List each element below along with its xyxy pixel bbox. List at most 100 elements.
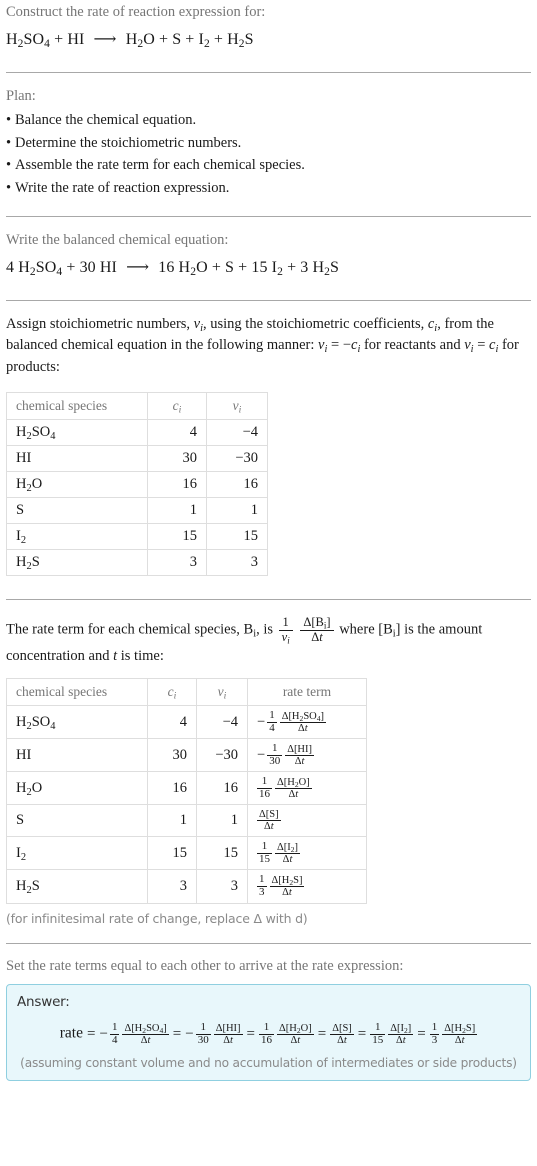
plan-step-label: Balance the chemical equation.: [15, 112, 197, 129]
delta-b-over-delta-t-fraction: Δ[Bi] Δt: [300, 615, 334, 645]
balanced-equation: 4 H2SO4 + 30 HI ⟶ 16 H2O + S + 15 I2 + 3…: [6, 256, 531, 280]
plan-step-label: Determine the stoichiometric numbers.: [15, 134, 242, 151]
col-chemical-species: chemical species: [6, 391, 148, 420]
cell-nui: −30: [196, 738, 248, 773]
cell-species: H2SO4: [6, 705, 148, 740]
cell-ci: 3: [147, 548, 207, 576]
cell-species: H2O: [6, 470, 148, 498]
coefficient-fraction: 1 30: [195, 1021, 211, 1046]
table-row: HI 30 −30 −1 30 Δ[HI] Δt: [6, 738, 367, 773]
cell-ci: 30: [147, 738, 197, 773]
col-chemical-species: chemical species: [6, 678, 148, 707]
coefficient-fraction: 1 30: [267, 742, 283, 767]
table-header-row: chemical species ci νi rate term: [6, 678, 367, 707]
coefficient-fraction: 14: [267, 709, 277, 734]
cell-nui: 1: [206, 496, 268, 524]
answer-assumption-note: (assuming constant volume and no accumul…: [20, 1056, 517, 1071]
coefficient-fraction: 1 16: [259, 1021, 275, 1046]
delta-fraction: Δ[S] Δt: [257, 809, 281, 833]
coef-i2: 15: [251, 258, 268, 276]
sign-minus: −: [257, 713, 266, 730]
coefficient-fraction: 13: [429, 1021, 440, 1046]
solution-page: Construct the rate of reaction expressio…: [0, 0, 537, 1082]
cell-rate-term: 1 16 Δ[H2O] Δt: [247, 771, 367, 806]
coef-h2s: 3: [300, 258, 309, 276]
plan-step-label: Assemble the rate term for each chemical…: [15, 157, 305, 174]
cell-rate-term: Δ[S] Δt: [247, 804, 367, 838]
delta-fraction: Δ[S] Δt: [330, 1022, 354, 1046]
delta-fraction: Δ[I2] Δt: [388, 1022, 414, 1046]
table-row: HI 30 −30: [6, 444, 268, 472]
cell-species: H2S: [6, 548, 148, 576]
cell-nui: 15: [196, 836, 248, 871]
answer-box: Answer: rate = −1 4 Δ[H2SO4] Δt = −1 30 Δ[HI] Δt = 1…: [6, 984, 531, 1082]
table-row: H2SO4 4 −4: [6, 418, 268, 446]
cell-ci: 1: [147, 496, 207, 524]
cell-ci: 3: [147, 869, 197, 904]
delta-fraction: Δ[HI] Δt: [213, 1022, 243, 1046]
reaction-arrow-icon: ⟶: [93, 30, 117, 48]
table-row: I2 15 15 1 15 Δ[I2] Δt: [6, 836, 367, 871]
prompt-title: Construct the rate of reaction expressio…: [6, 4, 266, 20]
col-rate-term: rate term: [247, 678, 367, 707]
rate-expression: rate = −1 4 Δ[H2SO4] Δt = −1 30 Δ[HI] Δt = 1 16 Δ[H2O]…: [59, 1021, 478, 1046]
plan-steps: • Balance the chemical equation. • Determi…: [6, 109, 531, 199]
bullet-icon: •: [6, 157, 12, 174]
cell-ci: 15: [147, 836, 197, 871]
table-row: H2O 16 16: [6, 470, 268, 498]
cell-nui: −4: [196, 705, 248, 740]
cell-nui: 3: [206, 548, 268, 576]
plan-step: • Assemble the rate term for each chemica…: [6, 154, 531, 176]
cell-ci: 30: [147, 444, 207, 472]
col-nui: νi: [206, 391, 268, 420]
coef-h2o: 16: [158, 258, 175, 276]
col-nui: νi: [196, 678, 248, 707]
cell-species: HI: [6, 738, 148, 773]
plan-heading: Plan:: [6, 87, 36, 104]
cell-species: S: [6, 496, 148, 524]
cell-ci: 1: [147, 804, 197, 838]
delta-fraction: Δ[H2O] Δt: [275, 776, 312, 800]
cell-nui: −4: [206, 418, 268, 446]
coef-h2so4: 4: [6, 258, 15, 276]
cell-species: I2: [6, 836, 148, 871]
table-row: H2S 3 3 1 3 Δ[H2S] Δt: [6, 869, 367, 904]
delta-fraction: Δ[H2S] Δt: [442, 1022, 478, 1046]
assign-paragraph: Assign stoichiometric numbers, νi, using…: [6, 315, 519, 376]
prompt-section: Construct the rate of reaction expressio…: [6, 0, 531, 52]
coefficient-fraction: 1 15: [257, 840, 272, 865]
prompt-equation: H2SO4 + HI ⟶ H2O + S + I2 + H2S: [6, 28, 531, 52]
cell-nui: 3: [196, 869, 248, 904]
c-symbol: ci: [427, 315, 438, 334]
nu-symbol: νi: [193, 315, 204, 334]
cell-nui: 15: [206, 522, 268, 550]
cell-ci: 4: [147, 418, 207, 446]
rate-label: rate: [59, 1024, 83, 1042]
cell-nui: −30: [206, 444, 268, 472]
table-header-row: chemical species ci νi: [6, 391, 268, 420]
col-ci: ci: [147, 678, 197, 707]
col-ci: ci: [147, 391, 207, 420]
delta-fraction: Δ[H2O] Δt: [277, 1022, 314, 1046]
cell-species: H2O: [6, 771, 148, 806]
stoichiometric-numbers-table: chemical species ci νi H2SO4 4 −4 HI 30 …: [6, 391, 268, 576]
balanced-equation-section: Write the balanced chemical equation: 4 …: [6, 217, 531, 280]
cell-species: H2S: [6, 869, 148, 904]
cell-species: H2SO4: [6, 418, 148, 446]
coefficient-fraction: 1 16: [257, 775, 272, 800]
cell-nui: 16: [206, 470, 268, 498]
cell-ci: 4: [147, 705, 197, 740]
delta-fraction: Δ[H2SO4] Δt: [279, 710, 327, 734]
cell-species: HI: [6, 444, 148, 472]
cell-nui: 16: [196, 771, 248, 806]
coef-hi: 30: [79, 258, 96, 276]
coefficient-fraction: 1 15: [370, 1021, 386, 1046]
cell-species: S: [6, 804, 148, 838]
cell-ci: 16: [147, 771, 197, 806]
balanced-heading: Write the balanced chemical equation:: [6, 231, 229, 248]
rate-term-table: chemical species ci νi rate term H2SO4 4…: [6, 678, 367, 904]
table-row: H2SO4 4 −4 −1 4 Δ[H2SO4] Δt: [6, 705, 367, 740]
coefficient-fraction: 13: [257, 873, 267, 898]
delta-fraction: Δ[HI] Δt: [285, 743, 315, 767]
bullet-icon: •: [6, 134, 12, 151]
